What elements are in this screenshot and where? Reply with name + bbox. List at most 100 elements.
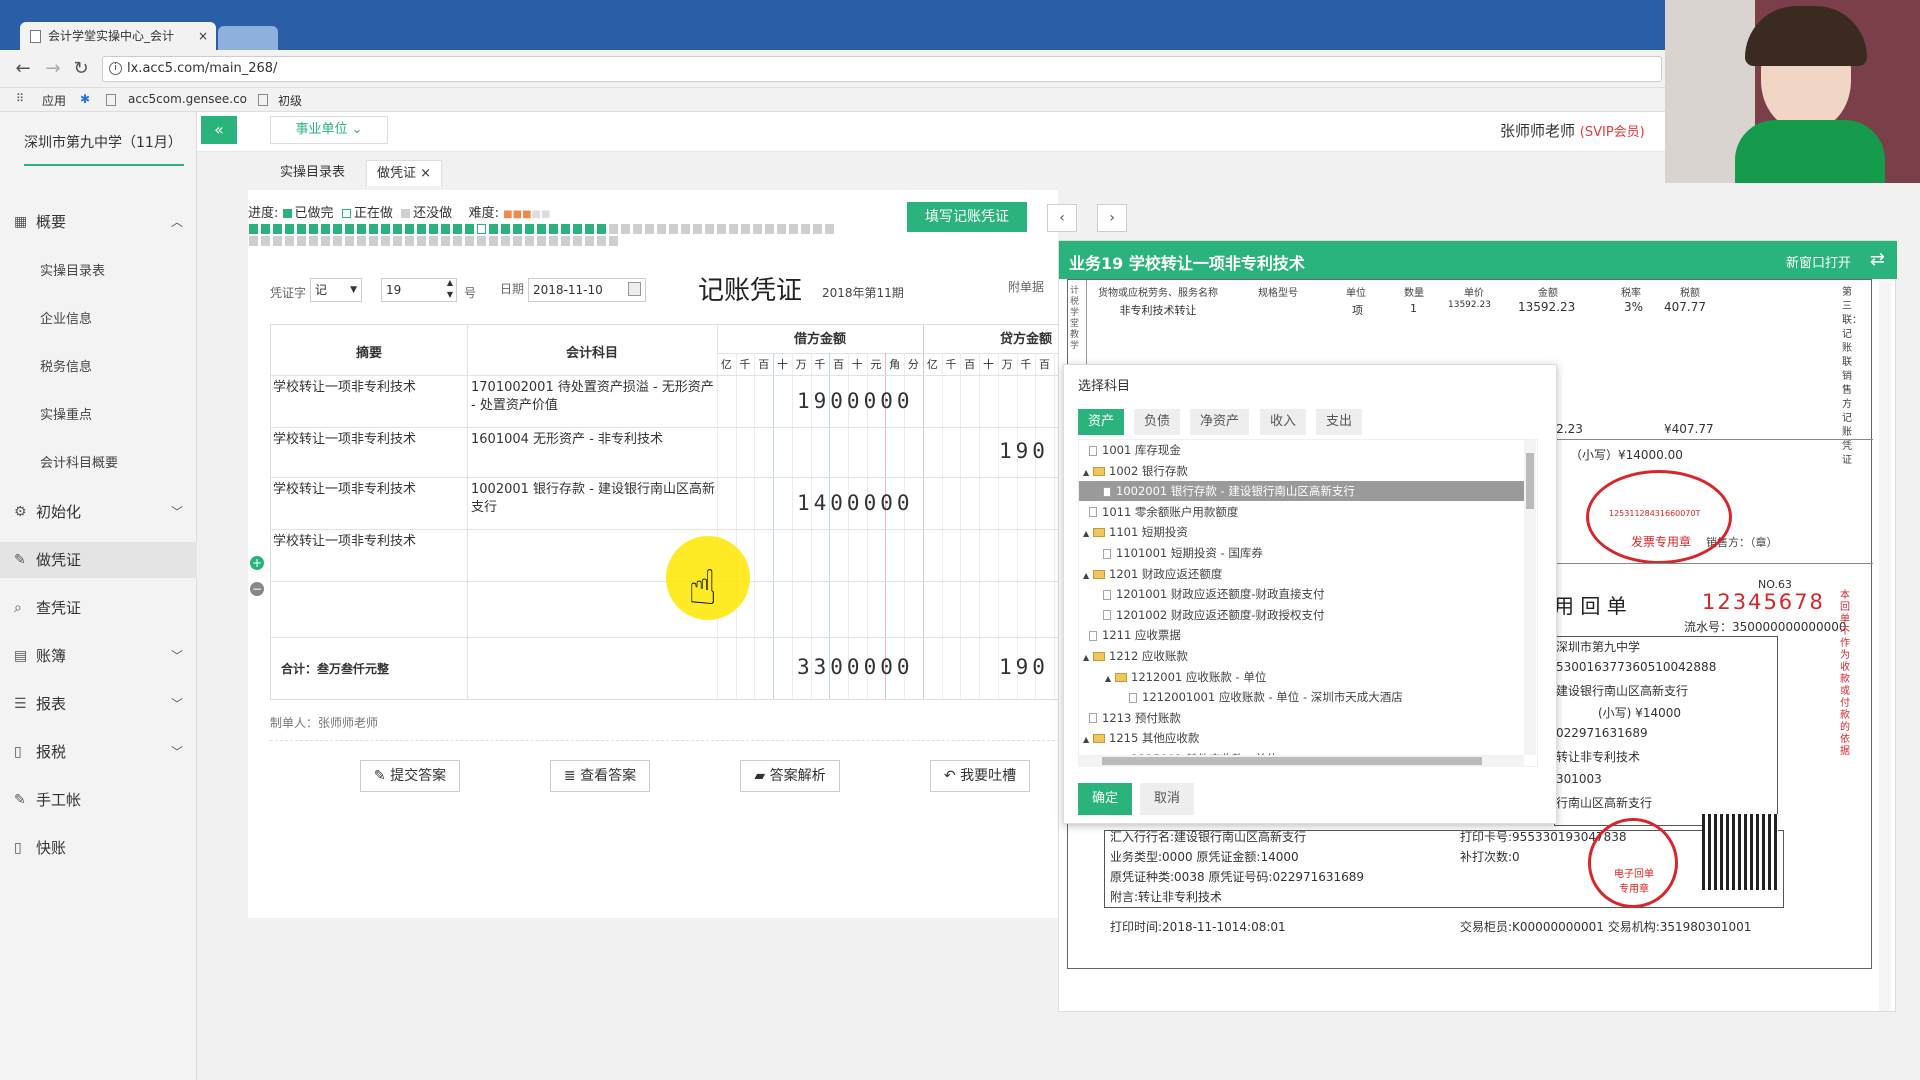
sidebar-item-account-summary[interactable]: 会计科目概要 bbox=[40, 452, 118, 471]
expand-icon[interactable]: ▲ bbox=[1083, 463, 1093, 483]
summary-cell[interactable]: 学校转让一项非专利技术 bbox=[273, 533, 463, 551]
progress-block[interactable] bbox=[297, 224, 306, 234]
progress-block[interactable] bbox=[549, 236, 558, 246]
tree-node[interactable]: ▲ 1201 财政应返还额度 bbox=[1079, 564, 1525, 584]
progress-block[interactable] bbox=[381, 224, 390, 234]
reload-icon[interactable]: ↻ bbox=[70, 58, 92, 79]
doc-scrollbar[interactable] bbox=[1879, 281, 1891, 1011]
summary-cell[interactable]: 学校转让一项非专利技术 bbox=[273, 379, 463, 397]
progress-block[interactable] bbox=[477, 224, 486, 234]
nav-reports[interactable]: ☰ 报表 ﹀ bbox=[0, 686, 197, 722]
submit-answer-button[interactable]: ✎ 提交答案 bbox=[360, 760, 460, 792]
progress-block[interactable] bbox=[789, 224, 798, 234]
browser-tab[interactable]: 会计学堂实操中心_会计 × bbox=[20, 22, 216, 50]
progress-block[interactable] bbox=[513, 236, 522, 246]
progress-block[interactable] bbox=[321, 236, 330, 246]
collapse-sidebar-button[interactable]: « bbox=[201, 116, 237, 144]
progress-block[interactable] bbox=[501, 224, 510, 234]
progress-block[interactable] bbox=[285, 224, 294, 234]
progress-block[interactable] bbox=[573, 224, 582, 234]
progress-block[interactable] bbox=[405, 236, 414, 246]
tree-hscrollbar[interactable] bbox=[1078, 755, 1524, 767]
progress-block[interactable] bbox=[501, 236, 510, 246]
progress-block[interactable] bbox=[681, 224, 690, 234]
tab-expense[interactable]: 支出 bbox=[1316, 409, 1363, 435]
unit-type-dropdown[interactable]: 事业单位 ⌄ bbox=[270, 116, 388, 144]
voucher-number-stepper[interactable]: 19 ▲ ▼ bbox=[381, 278, 457, 302]
progress-block[interactable] bbox=[273, 236, 282, 246]
progress-block[interactable] bbox=[513, 224, 522, 234]
progress-block[interactable] bbox=[273, 224, 282, 234]
progress-block[interactable] bbox=[549, 224, 558, 234]
tree-node[interactable]: 1213 预付账款 bbox=[1079, 708, 1525, 728]
nav-tax[interactable]: ▯ 报税 ﹀ bbox=[0, 734, 197, 770]
progress-block[interactable] bbox=[645, 224, 654, 234]
progress-block[interactable] bbox=[537, 224, 546, 234]
close-icon[interactable]: × bbox=[420, 166, 431, 181]
progress-block[interactable] bbox=[525, 236, 534, 246]
info-icon[interactable]: i bbox=[109, 62, 122, 75]
progress-block[interactable] bbox=[309, 224, 318, 234]
close-tab-icon[interactable]: × bbox=[198, 22, 208, 50]
progress-block[interactable] bbox=[417, 236, 426, 246]
sidebar-item-catalog[interactable]: 实操目录表 bbox=[40, 260, 105, 279]
progress-block[interactable] bbox=[777, 224, 786, 234]
account-cell[interactable]: 1701002001 待处置资产损溢 - 无形资产 - 处置资产价值 bbox=[471, 379, 715, 415]
fill-voucher-button[interactable]: 填写记账凭证 bbox=[907, 202, 1027, 232]
tab-assets[interactable]: 资产 bbox=[1078, 409, 1125, 435]
account-cell[interactable]: 1601004 无形资产 - 非专利技术 bbox=[471, 431, 715, 449]
calendar-icon[interactable] bbox=[628, 282, 641, 296]
cancel-button[interactable]: 取消 bbox=[1140, 783, 1194, 815]
apps-icon[interactable]: ⠿ bbox=[16, 92, 24, 105]
debit-amount[interactable]: 1400000 bbox=[797, 491, 914, 515]
expand-icon[interactable]: ▲ bbox=[1083, 648, 1093, 668]
expand-icon[interactable]: ▲ bbox=[1083, 524, 1093, 544]
progress-block[interactable] bbox=[261, 236, 270, 246]
bookmark-apps[interactable]: 应用 bbox=[42, 92, 66, 109]
sidebar-item-key-points[interactable]: 实操重点 bbox=[40, 404, 92, 423]
progress-block[interactable] bbox=[609, 236, 618, 246]
progress-block[interactable] bbox=[321, 224, 330, 234]
complain-button[interactable]: ↶ 我要吐槽 bbox=[930, 760, 1030, 792]
progress-block[interactable] bbox=[741, 224, 750, 234]
progress-block[interactable] bbox=[489, 224, 498, 234]
progress-block[interactable] bbox=[417, 224, 426, 234]
progress-block[interactable] bbox=[333, 224, 342, 234]
sidebar-item-tax-info[interactable]: 税务信息 bbox=[40, 356, 92, 375]
tree-node[interactable]: ▲ 1215 其他应收款 bbox=[1079, 728, 1525, 748]
progress-block[interactable] bbox=[345, 236, 354, 246]
progress-block[interactable] bbox=[249, 236, 258, 246]
tree-node[interactable]: 1211 应收票据 bbox=[1079, 625, 1525, 645]
progress-block[interactable] bbox=[345, 224, 354, 234]
account-cell[interactable]: 1002001 银行存款 - 建设银行南山区高新支行 bbox=[471, 481, 715, 517]
progress-block[interactable] bbox=[453, 236, 462, 246]
tree-node[interactable]: ▲ 1212 应收账款 bbox=[1079, 646, 1525, 666]
next-button[interactable]: › bbox=[1097, 204, 1127, 232]
bookmark-gensee[interactable]: acc5com.gensee.co bbox=[128, 92, 247, 106]
tree-node[interactable]: 1011 零余额账户用款额度 bbox=[1079, 502, 1525, 522]
expand-icon[interactable]: ▲ bbox=[1083, 566, 1093, 586]
forward-icon[interactable]: → bbox=[42, 58, 64, 79]
progress-block[interactable] bbox=[537, 236, 546, 246]
progress-block[interactable] bbox=[393, 236, 402, 246]
add-row-icon[interactable]: + bbox=[250, 556, 264, 570]
tab-net-assets[interactable]: 净资产 bbox=[1190, 409, 1250, 435]
tree-node[interactable]: 1201001 财政应返还额度-财政直接支付 bbox=[1079, 584, 1525, 604]
progress-block[interactable] bbox=[597, 236, 606, 246]
progress-block[interactable] bbox=[477, 236, 486, 246]
progress-block[interactable] bbox=[465, 236, 474, 246]
debit-amount[interactable]: 1900000 bbox=[797, 389, 914, 413]
tree-node[interactable]: 1101001 短期投资 - 国库券 bbox=[1079, 543, 1525, 563]
url-field[interactable]: i lx.acc5.com/main_268/ bbox=[102, 56, 1662, 82]
hscroll-thumb[interactable] bbox=[1102, 757, 1482, 765]
progress-block[interactable] bbox=[585, 224, 594, 234]
tree-node[interactable]: 1212001001 应收账款 - 单位 - 深圳市天成大酒店 bbox=[1079, 687, 1525, 707]
tree-node[interactable]: ▲ 1002 银行存款 bbox=[1079, 461, 1525, 481]
progress-block[interactable] bbox=[729, 224, 738, 234]
progress-block[interactable] bbox=[429, 224, 438, 234]
stepper-icon[interactable]: ▲ ▼ bbox=[447, 277, 453, 301]
progress-block[interactable] bbox=[285, 236, 294, 246]
progress-block[interactable] bbox=[717, 224, 726, 234]
progress-block[interactable] bbox=[705, 224, 714, 234]
voucher-word-select[interactable]: 记 ▼ bbox=[310, 278, 362, 302]
